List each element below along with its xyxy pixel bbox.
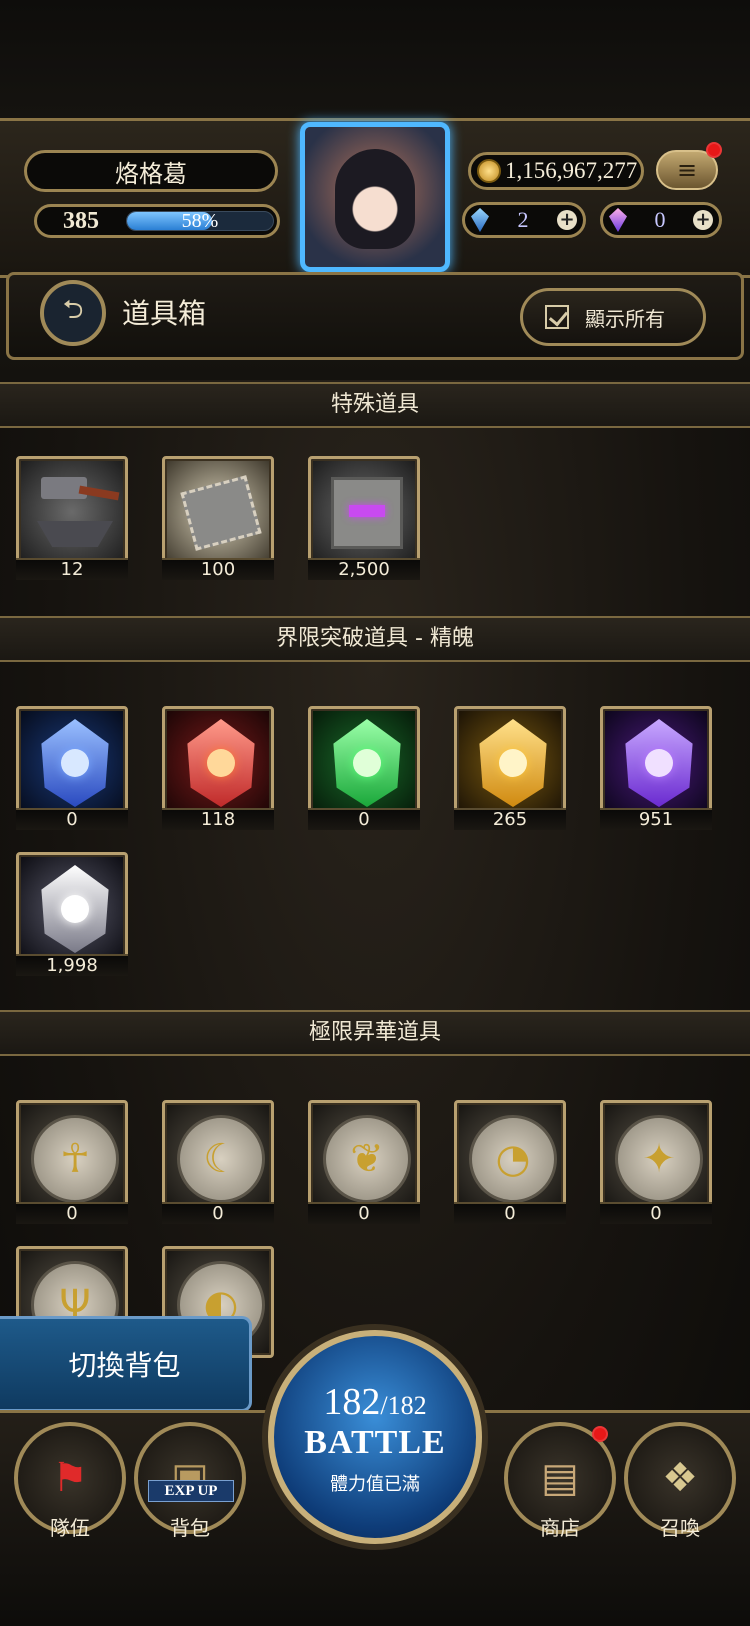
exp-percent: 58% [181, 210, 219, 232]
item-medal-3[interactable]: ❦ 0 [308, 1100, 420, 1224]
item-count: 0 [308, 808, 420, 830]
item-yellow-stone[interactable]: 265 [454, 706, 566, 830]
item-red-stone[interactable]: 118 [162, 706, 274, 830]
bag-label: 背包 [170, 1516, 210, 1540]
player-name: 烙格葛 [24, 150, 278, 192]
back-arrow-icon: ⮌ [62, 295, 84, 325]
section-header-limit-break: 界限突破道具 - 精魄 [0, 616, 750, 662]
section-header-sublimation: 極限昇華道具 [0, 1010, 750, 1056]
blue-gem-counter: 2 + [462, 202, 586, 238]
item-scroll-ticket[interactable]: 100 [162, 456, 274, 580]
item-count: 0 [308, 1202, 420, 1224]
purple-gem-icon [609, 208, 627, 232]
anvil-icon [37, 521, 113, 547]
checkbox-icon [545, 305, 569, 329]
item-count: 0 [454, 1202, 566, 1224]
item-medal-2[interactable]: ☾ 0 [162, 1100, 274, 1224]
item-cube[interactable]: 2,500 [308, 456, 420, 580]
leaf-symbol-icon: ❦ [350, 1136, 384, 1182]
back-button[interactable]: ⮌ [40, 280, 106, 346]
page-title: 道具箱 [122, 297, 207, 330]
item-count: 2,500 [308, 558, 420, 580]
item-count: 0 [16, 808, 128, 830]
item-count: 118 [162, 808, 274, 830]
ankh-symbol-icon: ☥ [60, 1136, 90, 1182]
item-count: 100 [162, 558, 274, 580]
section-header-special: 特殊道具 [0, 382, 750, 428]
star-symbol-icon: ✦ [642, 1136, 676, 1182]
avatar-portrait [335, 149, 415, 249]
show-all-label: 顯示所有 [585, 306, 665, 331]
purple-gem-amount: 0 [654, 207, 666, 232]
item-count: 12 [16, 558, 128, 580]
player-avatar[interactable] [300, 122, 450, 272]
item-purple-stone[interactable]: 951 [600, 706, 712, 830]
item-medal-1[interactable]: ☥ 0 [16, 1100, 128, 1224]
cube-eyes-icon [349, 505, 385, 517]
crescent-symbol-icon: ☾ [203, 1136, 239, 1182]
shop-sign-icon: ▤ [541, 1455, 579, 1501]
shop-notification-dot [592, 1426, 608, 1442]
item-green-stone[interactable]: 0 [308, 706, 420, 830]
flag-icon: ⚑ [52, 1455, 88, 1501]
item-blue-stone[interactable]: 0 [16, 706, 128, 830]
blue-gem-amount: 2 [517, 207, 529, 232]
team-label: 隊伍 [50, 1516, 90, 1540]
show-all-toggle[interactable]: 顯示所有 [520, 288, 706, 346]
item-count: 265 [454, 808, 566, 830]
ring-symbol-icon: ◔ [495, 1136, 531, 1182]
purple-gem-counter: 0 + [600, 202, 722, 238]
item-medal-5[interactable]: ✦ 0 [600, 1100, 712, 1224]
stamina-max: /182 [380, 1391, 427, 1420]
item-count: 1,998 [16, 954, 128, 976]
player-level: 385 [63, 208, 99, 234]
ticket-icon [180, 475, 262, 551]
item-white-stone[interactable]: 1,998 [16, 852, 128, 976]
stamina-status: 體力值已滿 [330, 1474, 420, 1495]
shop-label: 商店 [540, 1516, 580, 1540]
menu-notification-dot [706, 142, 722, 158]
add-blue-gem-button[interactable]: + [557, 210, 577, 230]
item-count: 0 [162, 1202, 274, 1224]
coin-counter: 1,156,967,277 [468, 152, 644, 190]
item-count: 0 [16, 1202, 128, 1224]
item-count: 0 [600, 1202, 712, 1224]
item-count: 951 [600, 808, 712, 830]
add-purple-gem-button[interactable]: + [693, 210, 713, 230]
coin-amount: 1,156,967,277 [505, 158, 638, 183]
summon-label: 召喚 [660, 1516, 700, 1540]
item-hammer-anvil[interactable]: 12 [16, 456, 128, 580]
blue-gem-icon [471, 208, 489, 232]
switch-bag-button[interactable]: 切換背包 [0, 1316, 252, 1412]
battle-label: BATTLE [304, 1424, 446, 1461]
stamina-display: 182/182 [268, 1380, 482, 1424]
item-medal-4[interactable]: ◔ 0 [454, 1100, 566, 1224]
stamina-current: 182 [323, 1381, 381, 1423]
summon-card-icon: ❖ [662, 1455, 698, 1501]
exp-up-badge: EXP UP [148, 1480, 234, 1502]
gold-coin-icon [477, 159, 501, 183]
